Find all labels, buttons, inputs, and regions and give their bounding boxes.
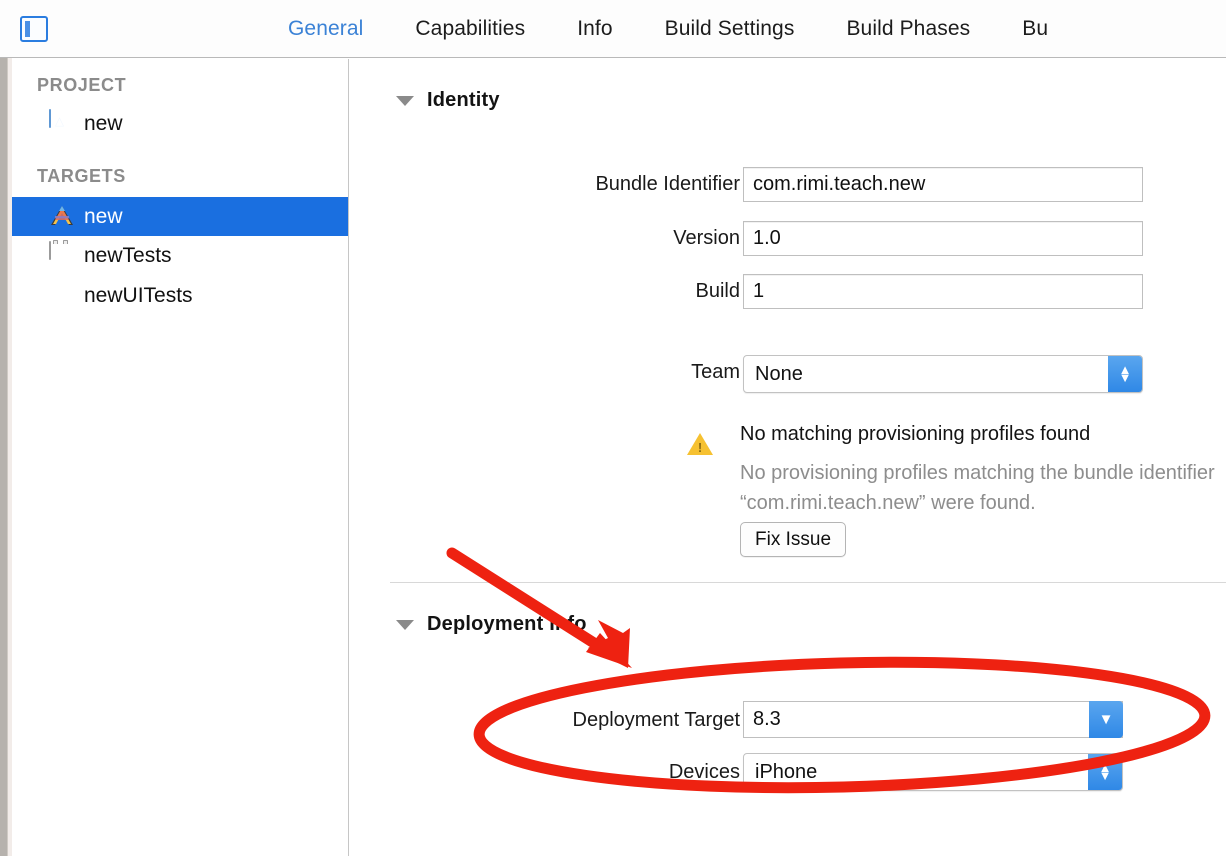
devices-popup-button[interactable]: iPhone ▲ ▼: [743, 753, 1123, 791]
sidebar-item-label: newUITests: [84, 283, 193, 307]
sidebar-item-label: new: [84, 204, 123, 228]
identity-section-header[interactable]: Identity: [396, 89, 500, 112]
editor-tab-bar: General Capabilities Info Build Settings…: [0, 0, 1226, 58]
team-label: Team: [691, 361, 740, 383]
unit-test-bundle-icon: [49, 240, 75, 270]
sidebar-targets-header: TARGETS: [37, 166, 126, 186]
chevron-down-icon[interactable]: [396, 95, 414, 106]
team-popup-button[interactable]: None ▲ ▼: [743, 355, 1143, 393]
tab-build-phases[interactable]: Build Phases: [820, 17, 996, 41]
section-title: Deployment Info: [427, 613, 587, 635]
chevron-up-down-icon: ▲ ▼: [1108, 356, 1142, 392]
ui-test-bundle-icon: [49, 282, 75, 310]
sidebar-item-target-newUITests[interactable]: newUITests: [12, 276, 348, 315]
project-targets-sidebar: PROJECT △ new TARGETS new newTests newUI…: [12, 59, 349, 856]
warning-triangle-icon: !: [687, 433, 713, 455]
section-title: Identity: [427, 89, 500, 111]
version-field[interactable]: 1.0: [743, 221, 1143, 256]
sidebar-item-target-newTests[interactable]: newTests: [12, 236, 348, 275]
chevron-down-icon[interactable]: ▼: [1089, 701, 1123, 738]
bundle-identifier-label: Bundle Identifier: [595, 173, 740, 195]
sidebar-item-project-new[interactable]: △ new: [12, 104, 348, 143]
team-popup-value: None: [755, 362, 803, 385]
sidebar-item-label: newTests: [84, 243, 172, 267]
sidebar-toggle-icon[interactable]: [20, 16, 48, 42]
xcode-app-target-icon: [49, 203, 75, 231]
build-label: Build: [695, 280, 740, 302]
deployment-target-value: 8.3: [753, 708, 781, 730]
deployment-target-combobox[interactable]: 8.3 ▼: [743, 701, 1123, 738]
xcode-project-editor-window: General Capabilities Info Build Settings…: [0, 0, 1226, 856]
build-field[interactable]: 1: [743, 274, 1143, 309]
window-left-edge: [0, 0, 8, 856]
sidebar-project-header: PROJECT: [37, 75, 127, 95]
section-divider: [390, 582, 1226, 583]
xcode-project-document-icon: △: [49, 108, 75, 138]
version-label: Version: [673, 227, 740, 249]
tab-build-settings[interactable]: Build Settings: [639, 17, 821, 41]
sidebar-item-target-new[interactable]: new: [12, 197, 348, 236]
tab-build-rules[interactable]: Bu: [996, 17, 1074, 41]
devices-popup-value: iPhone: [755, 760, 818, 783]
tab-list: General Capabilities Info Build Settings…: [262, 0, 1074, 58]
fix-issue-button[interactable]: Fix Issue: [740, 522, 847, 557]
tab-general[interactable]: General: [262, 17, 389, 41]
devices-label: Devices: [668, 761, 740, 783]
sidebar-item-label: new: [84, 111, 123, 135]
deployment-target-label: Deployment Target: [572, 709, 741, 731]
tab-capabilities[interactable]: Capabilities: [389, 17, 551, 41]
deployment-info-section-header[interactable]: Deployment Info: [396, 613, 587, 636]
chevron-down-icon[interactable]: [396, 619, 414, 630]
tab-info[interactable]: Info: [551, 17, 638, 41]
general-settings-pane: Identity Bundle Identifier com.rimi.teac…: [350, 59, 1226, 856]
chevron-up-down-icon: ▲ ▼: [1088, 754, 1122, 790]
provisioning-warning-body: No provisioning profiles matching the bu…: [740, 462, 1215, 514]
provisioning-warning-title: No matching provisioning profiles found: [740, 423, 1091, 445]
bundle-identifier-field[interactable]: com.rimi.teach.new: [743, 167, 1143, 202]
